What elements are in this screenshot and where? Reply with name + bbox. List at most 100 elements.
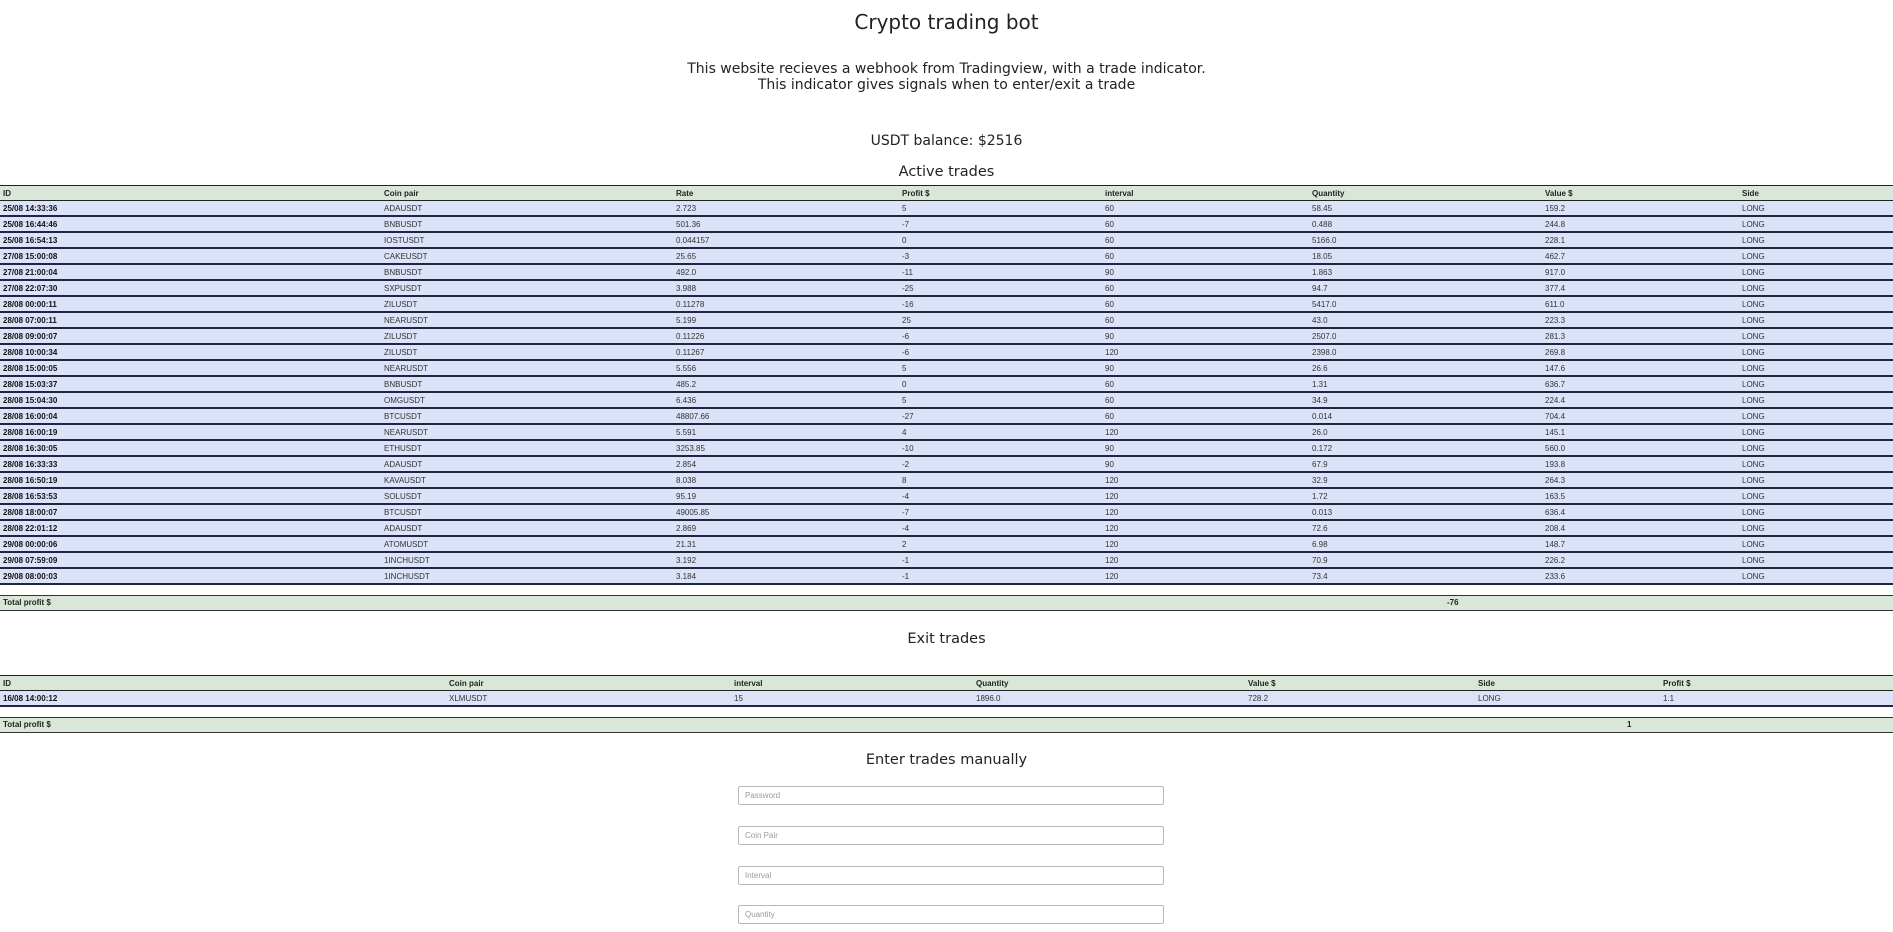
cell-rate: 0.044157 <box>673 232 899 249</box>
cell-value: 147.6 <box>1542 360 1739 377</box>
cell-quantity: 0.172 <box>1309 440 1542 457</box>
cell-quantity: 1896.0 <box>973 690 1245 707</box>
cell-rate: 95.19 <box>673 488 899 505</box>
column-header-id: ID <box>0 185 381 201</box>
cell-profit: 0 <box>899 376 1102 393</box>
cell-rate: 49005.85 <box>673 504 899 521</box>
manual-entry-title: Enter trades manually <box>865 752 1028 768</box>
table-row: 25/08 16:44:46 BNBUSDT 501.36 -7 60 0.488 244.… <box>0 216 1893 233</box>
cell-id: 28/08 16:33:33 <box>0 456 381 473</box>
cell-id: 28/08 07:00:11 <box>0 312 381 329</box>
active-trades-table: ID Coin pair Rate Profit $ interval Quantity V… <box>0 185 1893 585</box>
interval-input[interactable] <box>738 866 1164 885</box>
cell-value: 193.8 <box>1542 456 1739 473</box>
cell-quantity: 58.45 <box>1309 200 1542 217</box>
table-row: 25/08 14:33:36 ADAUSDT 2.723 5 60 58.45 159.2 L… <box>0 200 1893 217</box>
cell-rate: 0.11278 <box>673 296 899 313</box>
cell-profit: -1 <box>899 568 1102 585</box>
column-header-value: Value $ <box>1245 675 1475 691</box>
description-line-1: This website recieves a webhook from Tra… <box>687 61 1206 77</box>
cell-side: LONG <box>1739 472 1893 489</box>
table-row: 28/08 16:30:05 ETHUSDT 3253.85 -10 90 0.172 56… <box>0 440 1893 457</box>
table-row: 27/08 21:00:04 BNBUSDT 492.0 -11 90 1.863 917.… <box>0 264 1893 281</box>
active-total-value: -76 <box>1447 598 1459 607</box>
cell-quantity: 26.0 <box>1309 424 1542 441</box>
cell-id: 28/08 00:00:11 <box>0 296 381 313</box>
cell-quantity: 5417.0 <box>1309 296 1542 313</box>
cell-quantity: 73.4 <box>1309 568 1542 585</box>
cell-coin-pair: BNBUSDT <box>381 376 673 393</box>
cell-interval: 15 <box>731 690 973 707</box>
cell-quantity: 6.98 <box>1309 536 1542 553</box>
table-row: 28/08 18:00:07 BTCUSDT 49005.85 -7 120 0.013 6… <box>0 504 1893 521</box>
cell-value: 228.1 <box>1542 232 1739 249</box>
cell-side: LONG <box>1739 280 1893 297</box>
cell-rate: 3.988 <box>673 280 899 297</box>
cell-value: 148.7 <box>1542 536 1739 553</box>
cell-rate: 3.192 <box>673 552 899 569</box>
cell-interval: 120 <box>1102 568 1309 585</box>
cell-interval: 120 <box>1102 424 1309 441</box>
table-row: 28/08 00:00:11 ZILUSDT 0.11278 -16 60 5417.0 6… <box>0 296 1893 313</box>
cell-interval: 60 <box>1102 280 1309 297</box>
cell-id: 27/08 15:00:08 <box>0 248 381 265</box>
cell-side: LONG <box>1739 328 1893 345</box>
cell-value: 704.4 <box>1542 408 1739 425</box>
column-header-quantity: Quantity <box>973 675 1245 691</box>
active-header-row: ID Coin pair Rate Profit $ interval Quantity V… <box>0 185 1893 201</box>
table-row: 29/08 08:00:03 1INCHUSDT 3.184 -1 120 73.4 233… <box>0 568 1893 585</box>
cell-id: 28/08 10:00:34 <box>0 344 381 361</box>
cell-profit: 0 <box>899 232 1102 249</box>
coin-pair-input[interactable] <box>738 826 1164 845</box>
cell-interval: 60 <box>1102 248 1309 265</box>
cell-coin-pair: ADAUSDT <box>381 520 673 537</box>
cell-coin-pair: XLMUSDT <box>446 690 731 707</box>
cell-side: LONG <box>1739 360 1893 377</box>
table-row: 25/08 16:54:13 IOSTUSDT 0.044157 0 60 5166.0 2… <box>0 232 1893 249</box>
cell-value: 377.4 <box>1542 280 1739 297</box>
cell-side: LONG <box>1739 248 1893 265</box>
cell-id: 28/08 22:01:12 <box>0 520 381 537</box>
column-header-coin-pair: Coin pair <box>446 675 731 691</box>
cell-interval: 90 <box>1102 328 1309 345</box>
cell-rate: 21.31 <box>673 536 899 553</box>
cell-id: 28/08 15:04:30 <box>0 392 381 409</box>
cell-rate: 8.038 <box>673 472 899 489</box>
cell-coin-pair: ADAUSDT <box>381 456 673 473</box>
cell-interval: 120 <box>1102 536 1309 553</box>
cell-profit: 5 <box>899 360 1102 377</box>
table-row: 16/08 14:00:12 XLMUSDT 15 1896.0 728.2 LONG 1.… <box>0 690 1893 707</box>
column-header-interval: interval <box>731 675 973 691</box>
cell-profit: -10 <box>899 440 1102 457</box>
cell-rate: 0.11267 <box>673 344 899 361</box>
page-title: Crypto trading bot <box>854 10 1039 34</box>
cell-side: LONG <box>1739 376 1893 393</box>
cell-id: 28/08 15:03:37 <box>0 376 381 393</box>
cell-id: 28/08 15:00:05 <box>0 360 381 377</box>
cell-quantity: 43.0 <box>1309 312 1542 329</box>
quantity-input[interactable] <box>738 905 1164 924</box>
column-header-profit: Profit $ <box>1660 675 1893 691</box>
cell-value: 636.4 <box>1542 504 1739 521</box>
cell-side: LONG <box>1739 344 1893 361</box>
cell-interval: 60 <box>1102 408 1309 425</box>
cell-interval: 120 <box>1102 504 1309 521</box>
table-row: 28/08 16:00:19 NEARUSDT 5.591 4 120 26.0 145.1… <box>0 424 1893 441</box>
column-header-id: ID <box>0 675 446 691</box>
cell-quantity: 0.014 <box>1309 408 1542 425</box>
cell-profit: -6 <box>899 328 1102 345</box>
cell-id: 28/08 18:00:07 <box>0 504 381 521</box>
cell-side: LONG <box>1739 488 1893 505</box>
cell-side: LONG <box>1739 312 1893 329</box>
cell-value: 611.0 <box>1542 296 1739 313</box>
cell-coin-pair: ZILUSDT <box>381 296 673 313</box>
cell-id: 29/08 07:59:09 <box>0 552 381 569</box>
cell-side: LONG <box>1739 536 1893 553</box>
cell-value: 233.6 <box>1542 568 1739 585</box>
cell-side: LONG <box>1739 232 1893 249</box>
cell-coin-pair: ZILUSDT <box>381 328 673 345</box>
cell-quantity: 1.31 <box>1309 376 1542 393</box>
cell-value: 208.4 <box>1542 520 1739 537</box>
password-input[interactable] <box>738 786 1164 805</box>
description-line-2: This indicator gives signals when to ent… <box>757 77 1136 93</box>
